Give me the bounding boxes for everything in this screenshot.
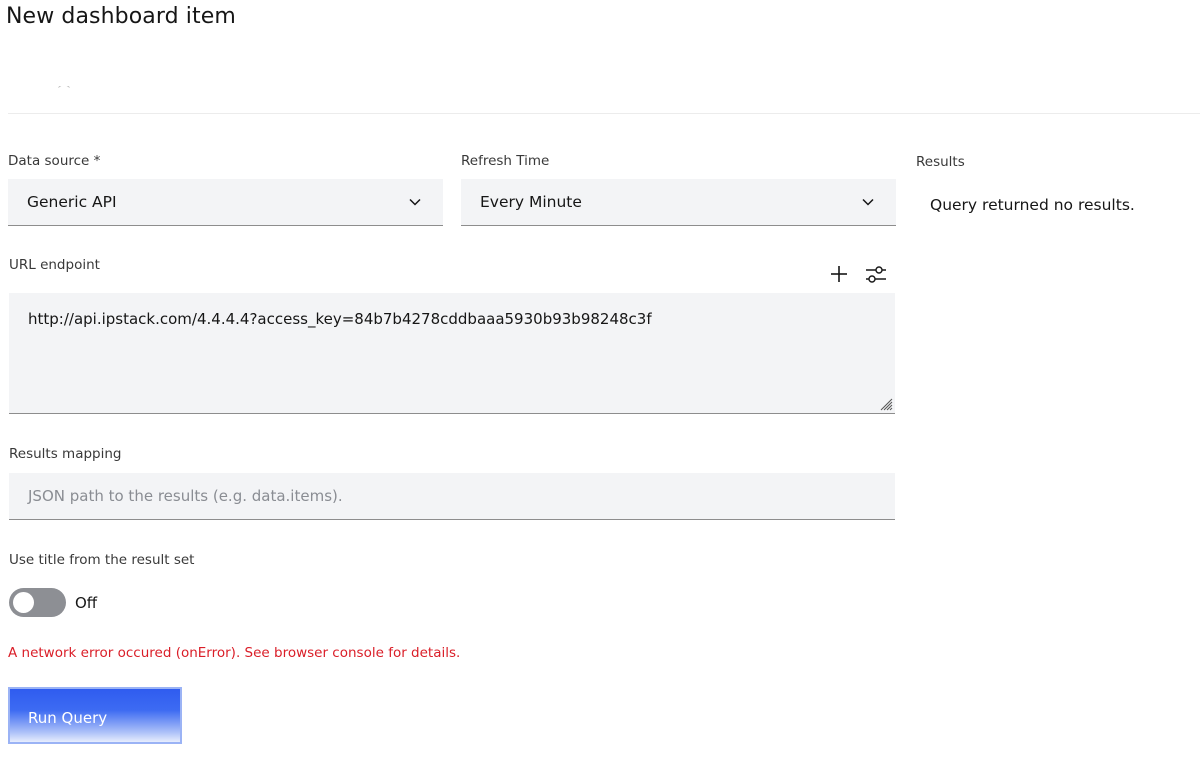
chevron-down-icon: [409, 198, 421, 206]
data-source-label: Data source *: [8, 153, 101, 169]
results-mapping-input[interactable]: JSON path to the results (e.g. data.item…: [9, 473, 895, 520]
data-source-value: Generic API: [27, 193, 117, 211]
plus-icon[interactable]: [828, 263, 850, 285]
results-label: Results: [916, 154, 965, 170]
run-query-label: Run Query: [28, 709, 108, 727]
run-query-button[interactable]: Run Query: [8, 687, 182, 744]
results-empty-message: Query returned no results.: [930, 196, 1135, 214]
resize-handle-icon[interactable]: [879, 397, 893, 411]
refresh-time-select[interactable]: Every Minute: [461, 179, 896, 226]
data-source-select[interactable]: Generic API: [8, 179, 443, 226]
chevron-down-icon: [862, 198, 874, 206]
section-divider: [8, 113, 1200, 114]
refresh-time-label: Refresh Time: [461, 153, 550, 169]
toggle-state-text: Off: [75, 594, 98, 612]
sliders-icon[interactable]: [865, 263, 887, 285]
use-title-label: Use title from the result set: [9, 552, 195, 568]
toggle-knob: [13, 592, 34, 613]
error-message: A network error occured (onError). See b…: [8, 645, 461, 661]
url-endpoint-textarea[interactable]: http://api.ipstack.com/4.4.4.4?access_ke…: [9, 293, 895, 414]
results-mapping-placeholder: JSON path to the results (e.g. data.item…: [28, 487, 343, 505]
url-endpoint-label: URL endpoint: [9, 257, 100, 273]
results-mapping-label: Results mapping: [9, 446, 122, 462]
use-title-toggle[interactable]: [9, 588, 66, 617]
page-title: New dashboard item: [6, 4, 236, 29]
url-endpoint-value: http://api.ipstack.com/4.4.4.4?access_ke…: [28, 310, 652, 328]
refresh-time-value: Every Minute: [480, 193, 582, 211]
clipped-content-fragment: ⌒: [58, 86, 71, 98]
